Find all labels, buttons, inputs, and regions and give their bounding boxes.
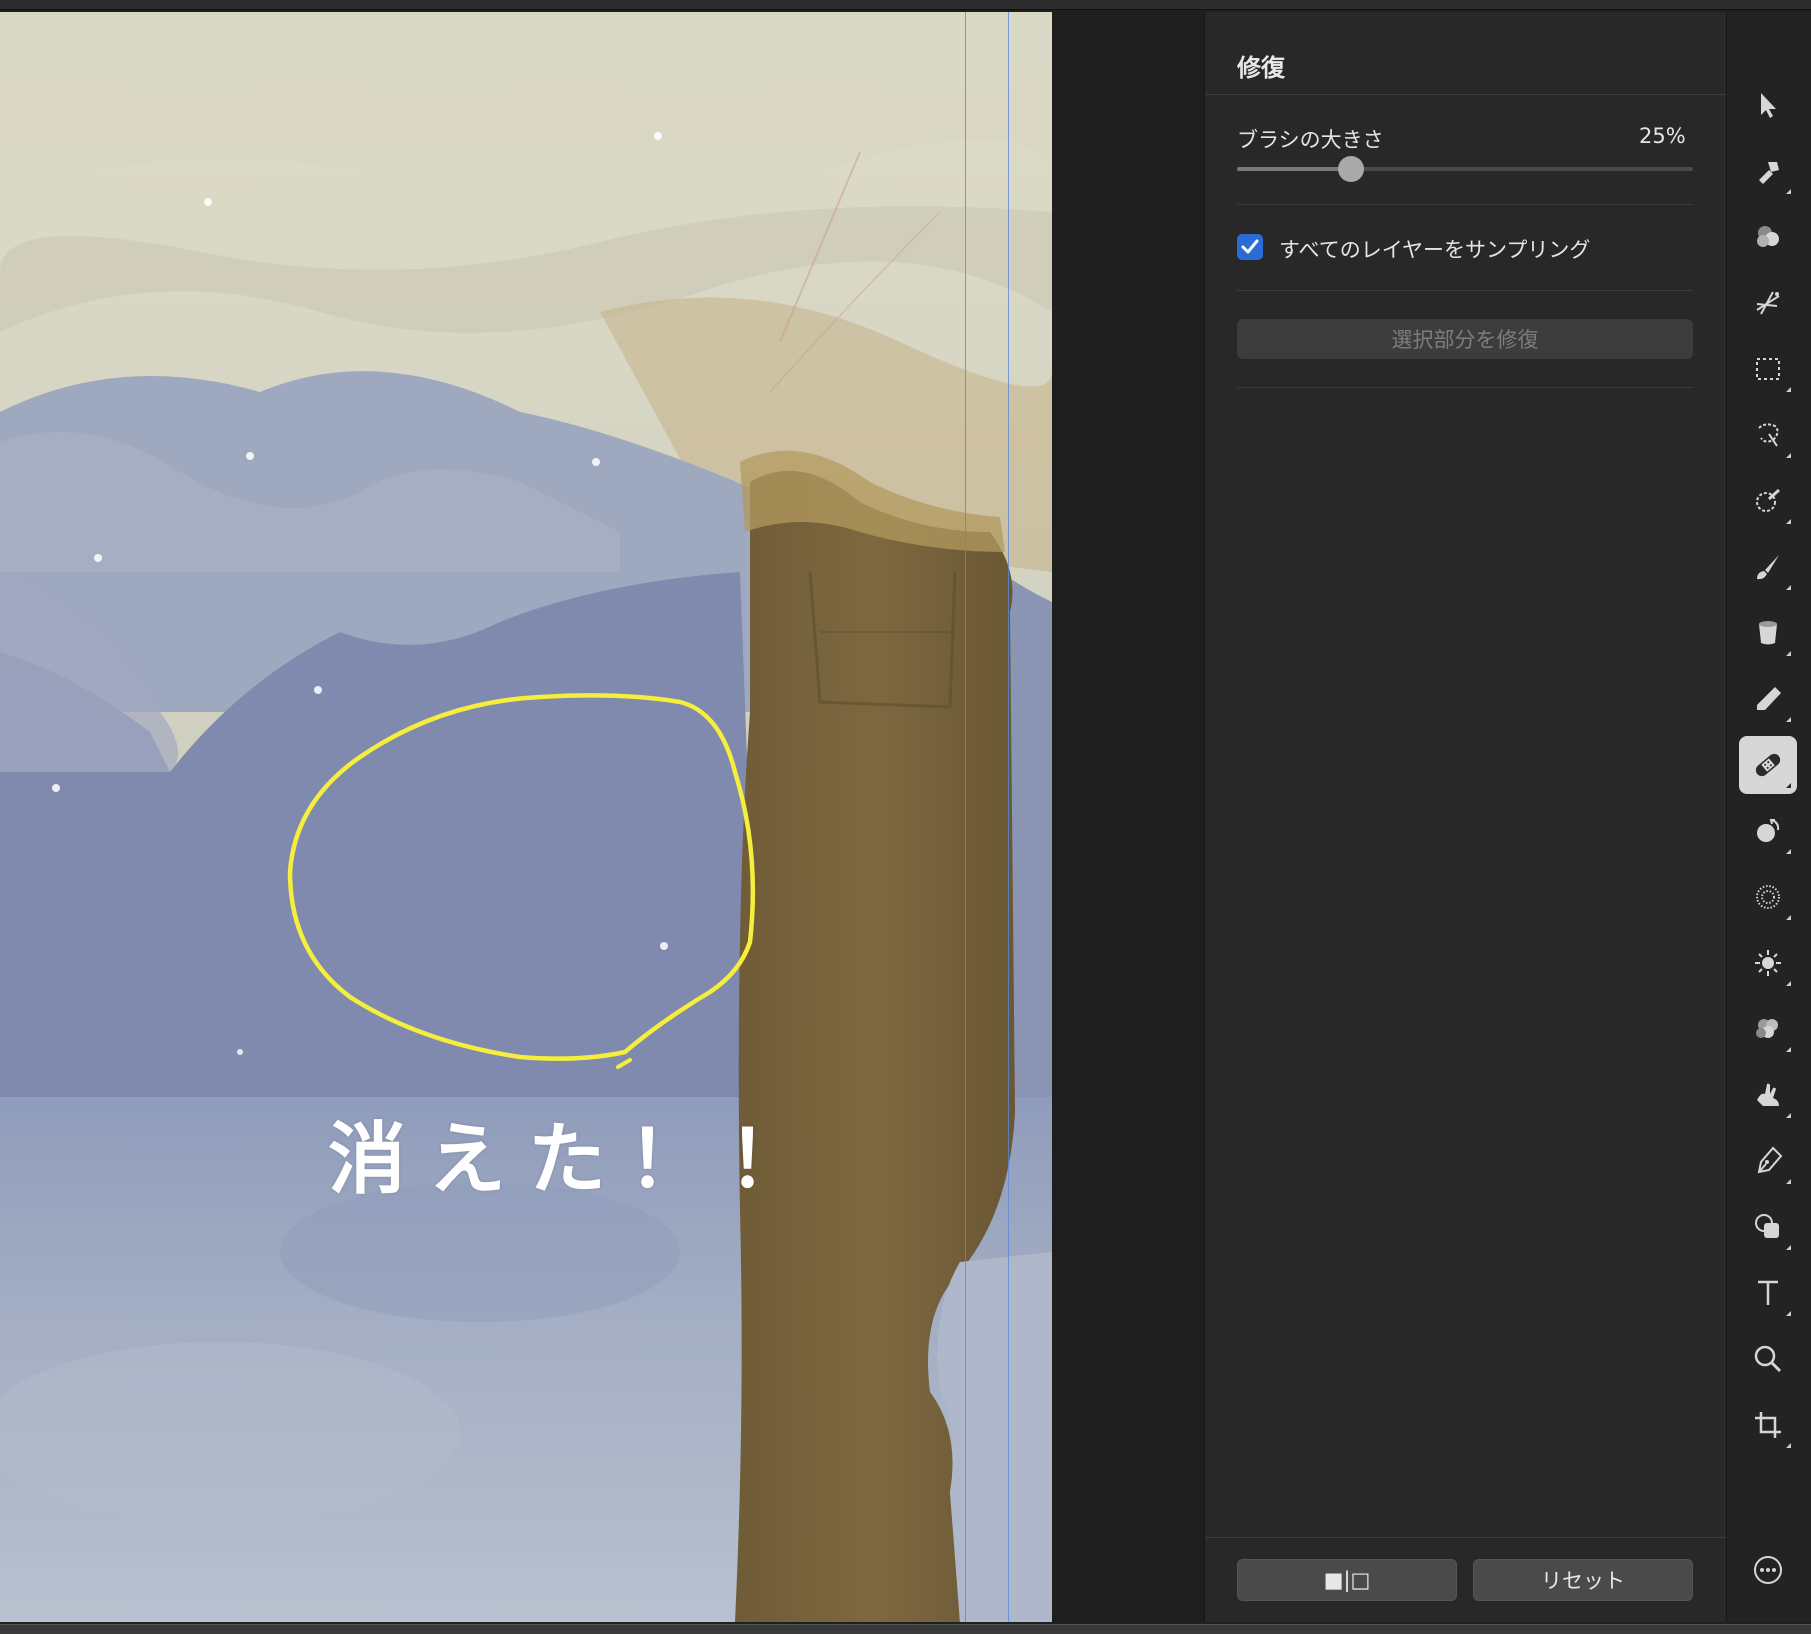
divider bbox=[1237, 290, 1693, 291]
divider bbox=[1205, 1537, 1727, 1538]
crop-tool[interactable] bbox=[1739, 1396, 1797, 1454]
magic-select-tool[interactable] bbox=[1739, 472, 1797, 530]
clone-stamp-icon bbox=[1757, 819, 1780, 842]
divider bbox=[1237, 387, 1693, 388]
dodge-burn-tool[interactable] bbox=[1739, 934, 1797, 992]
crop-icon bbox=[1755, 1412, 1781, 1438]
shape-tool[interactable] bbox=[1739, 1198, 1797, 1256]
compare-view-button[interactable]: ■|□ bbox=[1237, 1559, 1457, 1601]
select-arrow-icon bbox=[1761, 93, 1776, 118]
smudge-tool[interactable] bbox=[1739, 1066, 1797, 1124]
image-canvas[interactable]: 消えた！！ bbox=[0, 12, 1052, 1622]
color-adjust-icon bbox=[1756, 1019, 1778, 1038]
brush-size-label: ブラシの大きさ bbox=[1237, 128, 1384, 152]
color-blend-icon bbox=[1757, 226, 1779, 247]
divider bbox=[1237, 204, 1693, 205]
smudge-icon bbox=[1757, 1083, 1779, 1106]
paint-bucket-tool[interactable] bbox=[1739, 604, 1797, 662]
text-tool-icon bbox=[1758, 1280, 1778, 1305]
paint-brush-hammer-icon bbox=[1759, 162, 1779, 184]
sample-all-layers-label: すべてのレイヤーをサンプリング bbox=[1279, 238, 1591, 262]
blur-tool[interactable] bbox=[1739, 868, 1797, 926]
select-arrow-tool[interactable] bbox=[1739, 76, 1797, 134]
panel-title: 修復 bbox=[1237, 54, 1285, 82]
marquee-select-icon bbox=[1756, 358, 1780, 380]
top-bar bbox=[0, 0, 1811, 10]
vertical-guide-line[interactable] bbox=[965, 12, 966, 1622]
bottom-bar bbox=[0, 1624, 1811, 1634]
shape-tool-icon bbox=[1755, 1214, 1779, 1238]
paint-brush-tool[interactable] bbox=[1739, 538, 1797, 596]
slider-thumb[interactable] bbox=[1338, 156, 1364, 182]
canvas-caption-text: 消えた！！ bbox=[328, 1115, 829, 1205]
repair-panel: 修復 ブラシの大きさ 25% すべてのレイヤーをサンプリング 選択部分を修復 ■… bbox=[1204, 12, 1727, 1622]
healing-bandage-icon bbox=[1755, 753, 1781, 777]
more-options-icon bbox=[1754, 1556, 1782, 1584]
vertical-guide-line[interactable] bbox=[1008, 12, 1009, 1622]
sample-all-layers-checkbox[interactable] bbox=[1237, 234, 1263, 260]
canvas-gutter bbox=[1052, 12, 1204, 1622]
app-window: 消えた！！ 修復 ブラシの大きさ 25% すべてのレイヤーをサンプリング 選択部… bbox=[0, 0, 1811, 1634]
magic-select-icon bbox=[1756, 488, 1781, 512]
marquee-select-tool[interactable] bbox=[1739, 340, 1797, 398]
color-adjust-tool[interactable] bbox=[1739, 1000, 1797, 1058]
slider-fill bbox=[1237, 167, 1351, 171]
lasso-select-icon bbox=[1758, 423, 1779, 447]
pen-tool[interactable] bbox=[1739, 1132, 1797, 1190]
paint-brush-icon bbox=[1757, 555, 1779, 580]
more-options-button[interactable] bbox=[1739, 1541, 1797, 1599]
clone-stamp-tool[interactable] bbox=[1739, 802, 1797, 860]
divider bbox=[1205, 94, 1727, 95]
sparkle-selection-tool[interactable] bbox=[1739, 274, 1797, 332]
color-blend-tool[interactable] bbox=[1739, 208, 1797, 266]
watercolor-artwork bbox=[0, 12, 1052, 1622]
brush-size-slider[interactable] bbox=[1237, 156, 1693, 182]
zoom-icon bbox=[1754, 1345, 1782, 1373]
dodge-burn-icon bbox=[1755, 950, 1781, 976]
paint-bucket-icon bbox=[1759, 621, 1777, 645]
paint-brush-hammer-tool[interactable] bbox=[1739, 142, 1797, 200]
checkmark-icon bbox=[1241, 239, 1259, 254]
brush-size-value: 25% bbox=[1639, 124, 1686, 148]
healing-bandage-tool[interactable] bbox=[1739, 736, 1797, 794]
eraser-icon bbox=[1757, 687, 1781, 710]
text-tool[interactable] bbox=[1739, 1264, 1797, 1322]
repair-selection-button[interactable]: 選択部分を修復 bbox=[1237, 319, 1693, 359]
tool-bar bbox=[1726, 12, 1811, 1622]
sparkle-selection-icon bbox=[1756, 291, 1780, 315]
lasso-select-tool[interactable] bbox=[1739, 406, 1797, 464]
zoom-tool[interactable] bbox=[1739, 1330, 1797, 1388]
pen-tool-icon bbox=[1757, 1146, 1783, 1174]
reset-button[interactable]: リセット bbox=[1473, 1559, 1693, 1601]
blur-icon bbox=[1756, 885, 1780, 909]
eraser-tool[interactable] bbox=[1739, 670, 1797, 728]
